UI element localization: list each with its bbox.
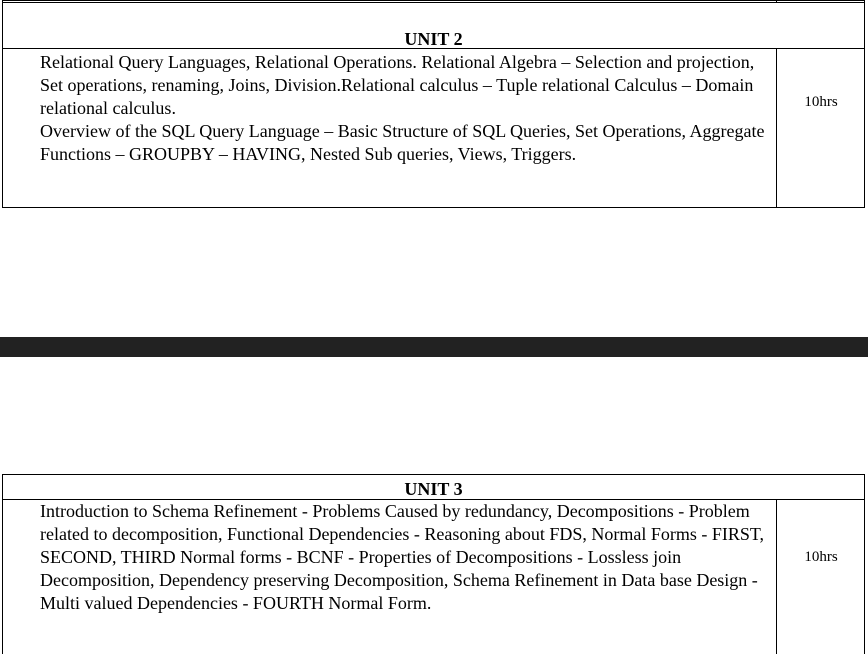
unit-3-table: UNIT 3 Introduction to Schema Refinement… <box>2 474 865 654</box>
unit-2-heading-rule <box>3 48 864 49</box>
unit-2-table: UNIT 2 Relational Query Languages, Relat… <box>2 2 865 208</box>
unit-2-paragraph: Overview of the SQL Query Language – Bas… <box>40 121 765 164</box>
unit-2-paragraph: Relational Query Languages, Relational O… <box>40 52 755 118</box>
unit-3-paragraph: Introduction to Schema Refinement - Prob… <box>40 501 765 613</box>
page-break-band <box>0 337 868 357</box>
unit-2-column-divider <box>776 48 777 207</box>
unit-3-hours: 10hrs <box>804 549 838 565</box>
unit-2-hours: 10hrs <box>804 94 838 110</box>
unit-3-column-divider <box>776 499 777 654</box>
unit-2-heading: UNIT 2 <box>404 29 463 49</box>
unit-3-syllabus-content: Introduction to Schema Refinement - Prob… <box>40 500 770 615</box>
unit-2-syllabus-content: Relational Query Languages, Relational O… <box>40 51 770 166</box>
unit-3-heading: UNIT 3 <box>404 479 463 499</box>
